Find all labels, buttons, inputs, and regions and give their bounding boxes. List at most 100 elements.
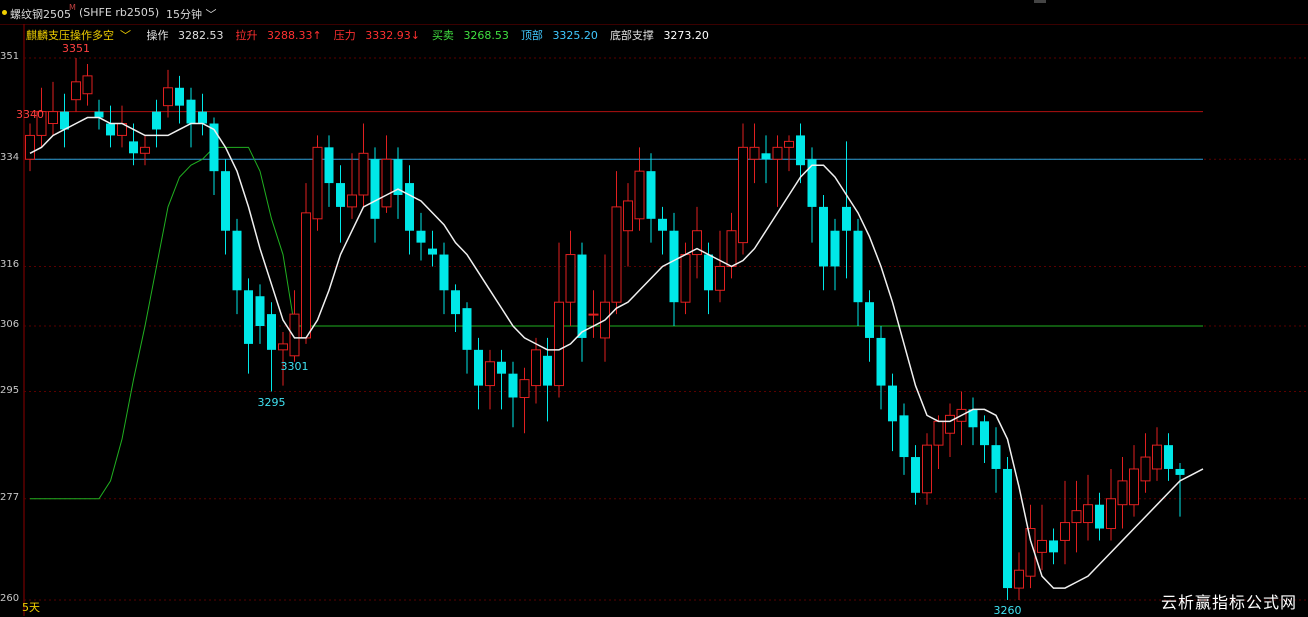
candle-body xyxy=(543,355,552,386)
candle-body xyxy=(853,230,863,303)
candle-body xyxy=(25,134,35,160)
candle-body xyxy=(565,254,576,303)
candle-body xyxy=(1014,569,1024,589)
y-tick-label: 316 xyxy=(0,259,20,271)
candle-body xyxy=(991,445,1001,469)
candle-body xyxy=(704,254,713,291)
candle-body xyxy=(980,421,989,446)
candle-body xyxy=(738,146,748,244)
candle-body xyxy=(474,349,483,386)
candle-body xyxy=(1071,510,1082,524)
candle-body xyxy=(1049,540,1058,553)
candle-body xyxy=(336,183,345,207)
candle-body xyxy=(312,146,323,220)
candle-body xyxy=(1140,456,1151,482)
candle-body xyxy=(1060,522,1070,541)
candle-body xyxy=(497,361,506,374)
price-extreme-label: 3260 xyxy=(993,604,1022,617)
candle-body xyxy=(381,158,392,208)
candle-body xyxy=(60,111,69,130)
candle-body xyxy=(1117,480,1128,506)
y-tick-label: 306 xyxy=(0,319,20,331)
candle-body xyxy=(301,212,311,339)
candle-body xyxy=(772,146,783,160)
candle-body xyxy=(244,290,253,344)
y-tick-label: 260 xyxy=(0,593,20,604)
candle-body xyxy=(807,159,817,207)
y-tick-label: 334 xyxy=(0,152,20,164)
y-tick-label: 295 xyxy=(0,384,20,396)
candle-body xyxy=(899,415,909,458)
candle-body xyxy=(71,81,81,101)
candle-body xyxy=(749,146,760,160)
y-tick-label: 277 xyxy=(0,491,20,503)
candle-body xyxy=(945,414,955,434)
candle-body xyxy=(1175,468,1185,475)
candle-body xyxy=(784,140,794,148)
candle-body xyxy=(485,361,495,387)
candle-body xyxy=(933,420,944,446)
candle-body xyxy=(634,170,645,220)
price-extreme-label: 3301 xyxy=(280,359,309,373)
price-extreme-label: 3340 xyxy=(16,107,44,121)
candle-body xyxy=(140,146,150,154)
candle-body xyxy=(646,171,656,219)
candle-body xyxy=(796,135,805,166)
y-tick-label: 351 xyxy=(0,51,20,62)
candle-body xyxy=(1003,468,1012,589)
candle-body xyxy=(278,343,288,351)
candle-body xyxy=(1083,504,1093,524)
candlestick-chart[interactable] xyxy=(0,0,1308,616)
price-extreme-label: 3295 xyxy=(257,395,286,409)
candle-body xyxy=(508,373,518,398)
candle-body xyxy=(611,206,622,303)
candle-body xyxy=(1164,445,1173,469)
candle-body xyxy=(577,254,587,338)
candle-body xyxy=(439,254,449,291)
candle-body xyxy=(186,99,196,124)
candle-body xyxy=(370,159,380,219)
candle-body xyxy=(658,218,667,231)
candle-body xyxy=(842,206,851,231)
candle-body xyxy=(428,248,437,255)
candle-body xyxy=(405,183,414,231)
candle-body xyxy=(94,111,104,118)
candle-body xyxy=(623,200,633,232)
candle-body xyxy=(1106,498,1116,530)
watermark: 云析赢指标公式网 xyxy=(1161,593,1298,612)
candle-body xyxy=(358,152,369,196)
candle-body xyxy=(48,111,58,125)
candle-body xyxy=(152,111,161,130)
candle-body xyxy=(519,379,530,398)
candle-body xyxy=(819,206,828,267)
time-range-label: 5天 xyxy=(22,601,40,614)
candle-body xyxy=(715,265,725,291)
candle-body xyxy=(888,385,897,422)
candle-body xyxy=(163,87,173,107)
candle-body xyxy=(106,123,115,136)
candle-body xyxy=(255,296,265,327)
candle-body xyxy=(922,444,932,494)
candle-body xyxy=(876,337,886,386)
candle-body xyxy=(761,153,771,160)
candle-body xyxy=(1152,444,1162,470)
candle-body xyxy=(232,230,242,291)
price-extreme-label: 3351 xyxy=(62,42,90,55)
candle-body xyxy=(82,75,93,95)
candle-body xyxy=(347,194,357,208)
candle-body xyxy=(221,171,230,231)
candle-body xyxy=(416,230,426,243)
candle-body xyxy=(968,409,978,428)
candle-body xyxy=(588,313,599,316)
candle-body xyxy=(531,349,541,387)
candle-body xyxy=(1095,504,1104,529)
candle-body xyxy=(830,230,840,267)
candle-body xyxy=(680,254,691,303)
candle-body xyxy=(554,301,564,387)
candle-body xyxy=(1037,539,1047,553)
candle-body xyxy=(462,308,472,350)
candle-body xyxy=(324,147,334,184)
candle-body xyxy=(267,314,276,350)
candle-body xyxy=(911,457,920,493)
candle-body xyxy=(865,302,874,338)
